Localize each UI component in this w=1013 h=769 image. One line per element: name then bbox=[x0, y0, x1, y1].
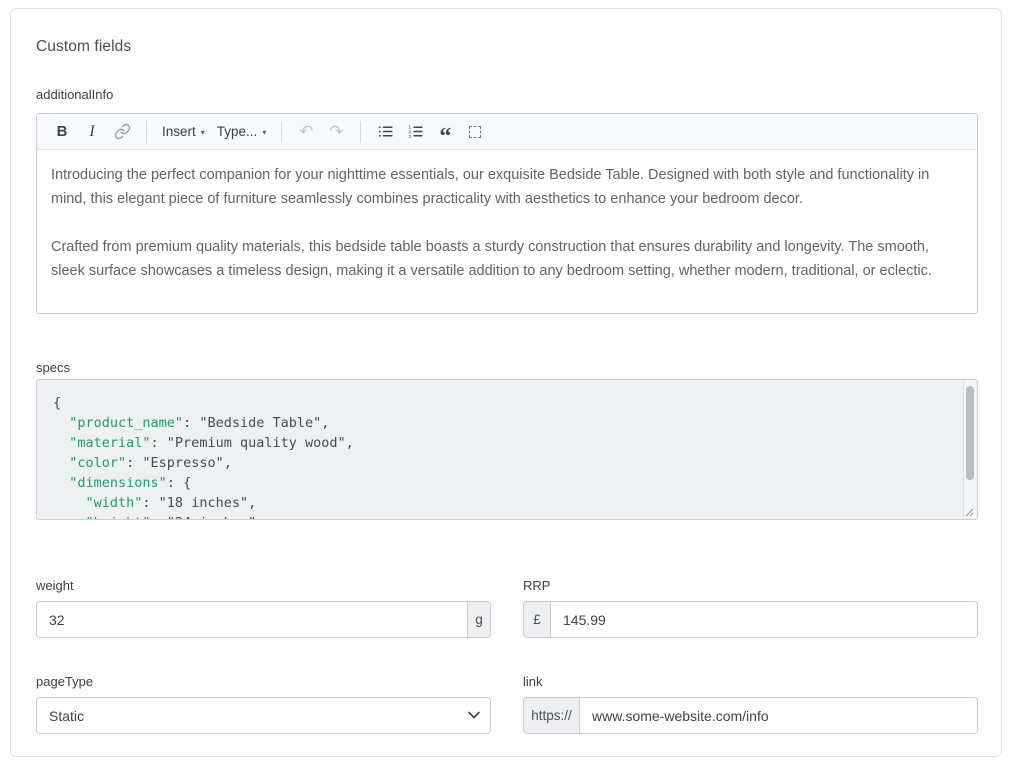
blockquote-button[interactable]: “ bbox=[432, 119, 458, 145]
block-outline-icon bbox=[469, 126, 481, 138]
code-block-button[interactable] bbox=[462, 119, 488, 145]
svg-text:3: 3 bbox=[408, 134, 411, 140]
resize-handle-icon[interactable] bbox=[964, 507, 974, 517]
weight-input[interactable] bbox=[37, 602, 467, 637]
weight-unit-suffix: g bbox=[467, 602, 490, 637]
toolbar-divider bbox=[146, 121, 147, 143]
page: Custom fields additionalInfo B I Insert … bbox=[0, 0, 1013, 769]
insert-dropdown[interactable]: Insert ▾ bbox=[158, 119, 209, 145]
toolbar-divider bbox=[281, 121, 282, 143]
numbered-list-button[interactable]: 1 2 3 bbox=[402, 119, 428, 145]
type-dropdown[interactable]: Type... ▾ bbox=[213, 119, 271, 145]
bold-button[interactable]: B bbox=[49, 119, 75, 145]
link-input[interactable] bbox=[580, 698, 977, 733]
link-label: link bbox=[523, 674, 543, 689]
link-icon bbox=[114, 123, 131, 140]
rich-text-editor: B I Insert ▾ Type... ▾ ↶ bbox=[36, 113, 978, 314]
editor-paragraph: Crafted from premium quality materials, … bbox=[51, 235, 963, 283]
card-title: Custom fields bbox=[36, 38, 131, 56]
undo-button[interactable]: ↶ bbox=[293, 119, 319, 145]
custom-fields-card: Custom fields additionalInfo B I Insert … bbox=[10, 8, 1002, 757]
chevron-down-icon: ▾ bbox=[201, 128, 205, 137]
bullet-list-icon bbox=[377, 123, 394, 140]
link-field-group: https:// bbox=[523, 697, 978, 734]
bullet-list-button[interactable] bbox=[372, 119, 398, 145]
italic-button[interactable]: I bbox=[79, 119, 105, 145]
currency-prefix: £ bbox=[524, 602, 551, 637]
numbered-list-icon: 1 2 3 bbox=[407, 123, 424, 140]
page-type-select-wrap: Static bbox=[36, 697, 491, 734]
specs-code-editor[interactable]: { "product_name": "Bedside Table", "mate… bbox=[36, 379, 978, 520]
chevron-down-icon: ▾ bbox=[262, 128, 266, 137]
protocol-prefix: https:// bbox=[524, 698, 580, 733]
redo-button[interactable]: ↷ bbox=[323, 119, 349, 145]
weight-label: weight bbox=[36, 578, 74, 593]
additional-info-label: additionalInfo bbox=[36, 87, 113, 102]
scrollbar[interactable] bbox=[963, 381, 976, 518]
link-button[interactable] bbox=[109, 119, 135, 145]
rrp-label: RRP bbox=[523, 578, 550, 593]
toolbar-divider bbox=[360, 121, 361, 143]
rrp-input[interactable] bbox=[551, 602, 977, 637]
insert-dropdown-label: Insert bbox=[162, 124, 196, 139]
specs-code-content: { "product_name": "Bedside Table", "mate… bbox=[37, 380, 977, 520]
weight-field-group: g bbox=[36, 601, 491, 638]
type-dropdown-label: Type... bbox=[217, 124, 258, 139]
editor-toolbar: B I Insert ▾ Type... ▾ ↶ bbox=[37, 114, 977, 150]
page-type-label: pageType bbox=[36, 674, 93, 689]
editor-paragraph: Introducing the perfect companion for yo… bbox=[51, 163, 963, 211]
scrollbar-thumb[interactable] bbox=[966, 386, 974, 480]
page-type-select[interactable]: Static bbox=[36, 697, 491, 734]
specs-label: specs bbox=[36, 360, 70, 375]
editor-content[interactable]: Introducing the perfect companion for yo… bbox=[37, 150, 977, 296]
rrp-field-group: £ bbox=[523, 601, 978, 638]
